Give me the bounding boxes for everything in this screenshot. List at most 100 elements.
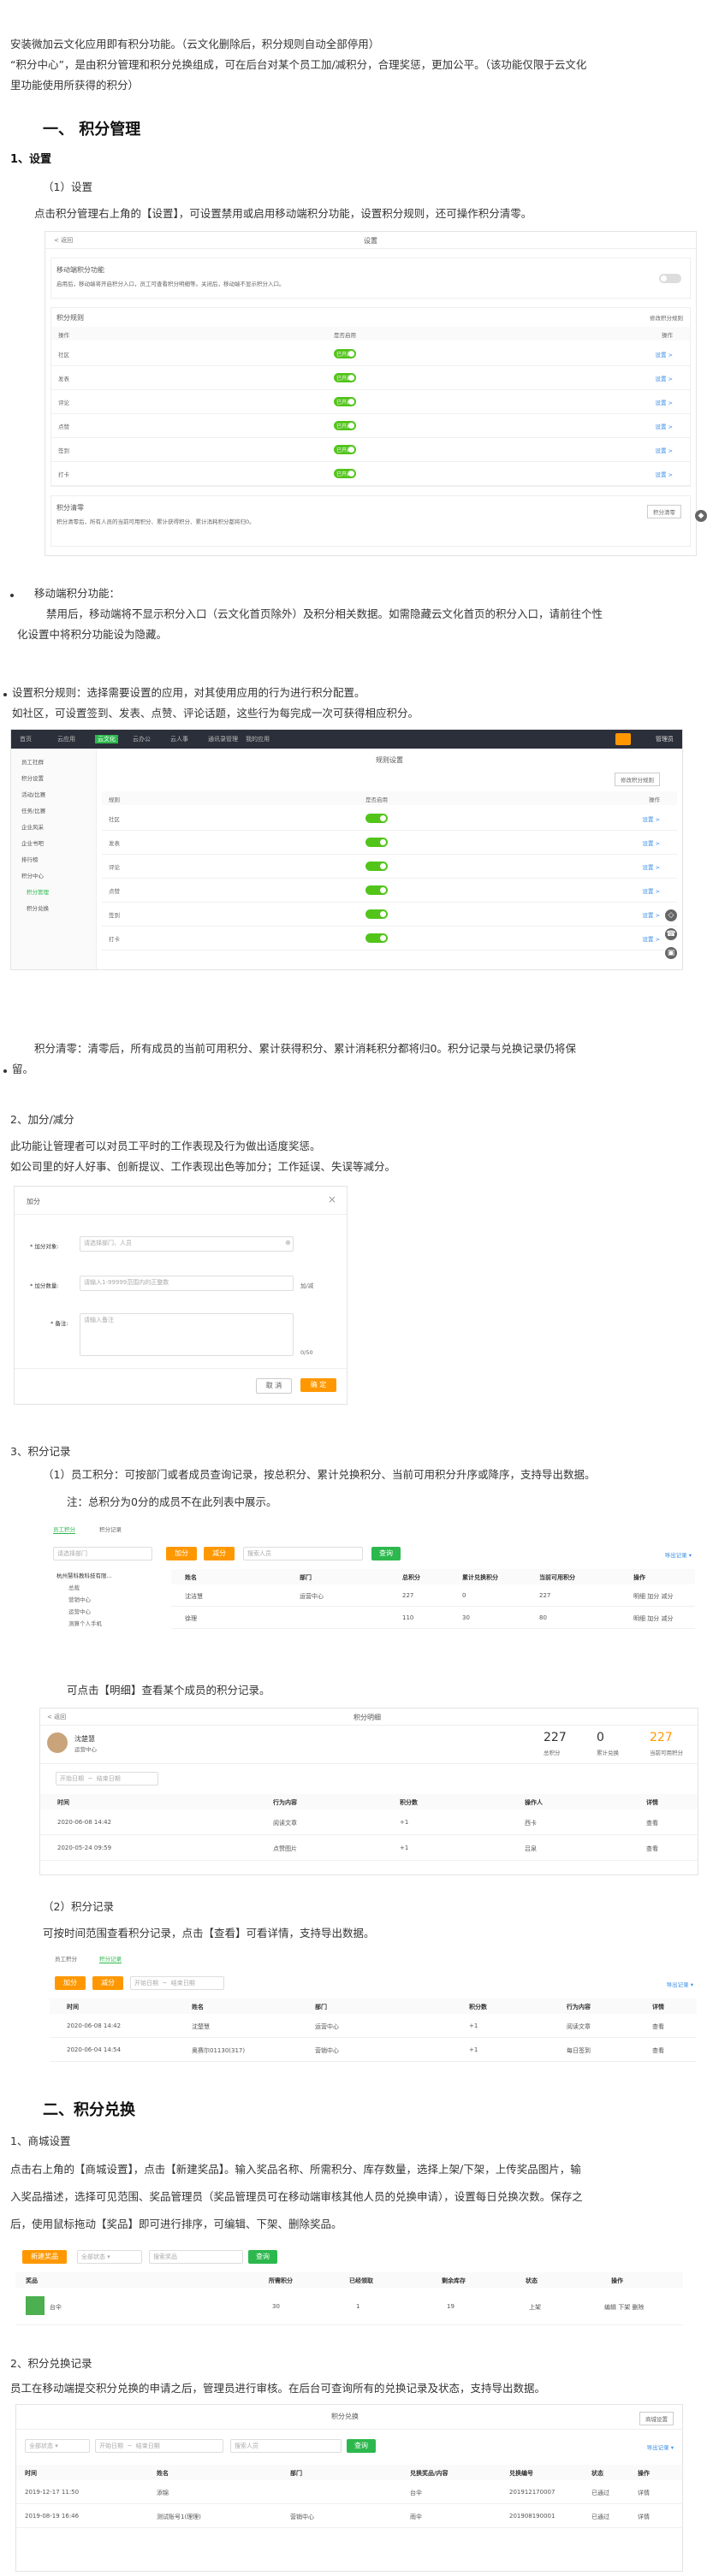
rule-op-link[interactable]: 设置 > xyxy=(655,422,673,430)
rule-op-link[interactable]: 设置 > xyxy=(655,398,673,406)
detail-cell-d[interactable]: 查看 xyxy=(646,1819,658,1827)
export-link[interactable]: 导出记录 ▾ xyxy=(647,2443,674,2451)
mobile-points-toggle[interactable] xyxy=(659,274,681,283)
search-button[interactable]: 查询 xyxy=(371,1547,401,1560)
detail-cell-d[interactable]: 查看 xyxy=(646,1845,658,1853)
tree-item[interactable]: 测算个人手机 xyxy=(68,1619,102,1627)
rule-toggle[interactable]: 已开启 xyxy=(334,445,356,454)
nav-item[interactable]: 通讯录管理 xyxy=(208,735,238,743)
sidebar-item[interactable]: 企业书吧 xyxy=(21,838,44,847)
sidebar-item[interactable]: 企业风采 xyxy=(21,822,44,831)
sidebar-item[interactable]: 积分设置 xyxy=(21,773,44,782)
search-button[interactable]: 查询 xyxy=(248,2250,277,2264)
prize-search-input[interactable]: 搜索奖品 xyxy=(149,2250,243,2264)
rule-op-link[interactable]: 设置 > xyxy=(642,934,660,943)
search-button[interactable]: 查询 xyxy=(347,2439,376,2453)
float-help-icon[interactable]: ◆ xyxy=(695,510,707,522)
float-icon-3[interactable]: ▣ xyxy=(665,947,677,959)
sidebar-item[interactable]: 积分兑换 xyxy=(27,903,49,912)
tree-item[interactable]: 运营中心 xyxy=(68,1607,91,1615)
member-cell-ops[interactable]: 明细 加分 减分 xyxy=(633,1592,673,1601)
sidebar-item[interactable]: 活动/比赛 xyxy=(21,790,45,798)
date-range[interactable]: 开始日期 ~ 结束日期 xyxy=(56,1772,158,1785)
tab-member-points[interactable]: 员工积分 xyxy=(55,1954,77,1963)
date-range[interactable]: 开始日期 ~ 结束日期 xyxy=(130,1976,224,1990)
back-link[interactable]: < 返回 xyxy=(54,236,73,245)
rules-main-link[interactable]: 修改积分规则 xyxy=(615,773,660,786)
nav-item[interactable]: 云应用 xyxy=(57,735,75,743)
minus-points-button[interactable]: 减分 xyxy=(204,1547,235,1560)
rule-op-link[interactable]: 设置 > xyxy=(642,838,660,847)
user-name[interactable]: 管理员 xyxy=(656,735,674,743)
user-avatar[interactable] xyxy=(615,733,631,745)
confirm-button[interactable]: 确 定 xyxy=(300,1378,336,1392)
nav-item[interactable]: 首页 xyxy=(20,735,32,743)
status-select[interactable]: 全部状态 ▾ xyxy=(77,2250,142,2264)
member-cell-ops[interactable]: 明细 加分 减分 xyxy=(633,1614,673,1623)
clear-button[interactable]: 积分清零 xyxy=(647,505,681,518)
export-link[interactable]: 导出记录 ▾ xyxy=(665,1550,692,1559)
nav-item[interactable]: 云文化 xyxy=(95,735,118,743)
rule-toggle[interactable] xyxy=(365,933,388,943)
nav-item[interactable]: 我的应用 xyxy=(246,735,270,743)
date-range[interactable]: 开始日期 ~ 结束日期 xyxy=(95,2439,223,2453)
records-cell-x[interactable]: 查看 xyxy=(652,2046,664,2055)
status-select[interactable]: 全部状态 ▾ xyxy=(25,2439,90,2453)
tab-points-records[interactable]: 积分记录 xyxy=(99,1525,122,1533)
float-icon-1[interactable]: ◇ xyxy=(665,909,677,921)
remark-textarea[interactable]: 请输入备注 xyxy=(80,1313,294,1356)
tab-points-records[interactable]: 积分记录 xyxy=(99,1954,122,1963)
minus-points-button[interactable]: 减分 xyxy=(92,1976,123,1990)
member-table-col: 姓名 xyxy=(185,1574,197,1581)
add-points-button[interactable]: 加分 xyxy=(166,1547,197,1560)
nav-item[interactable]: 云办公 xyxy=(133,735,151,743)
dept-select[interactable]: 请选择部门 xyxy=(53,1547,152,1560)
member-search-input[interactable]: 搜索人员 xyxy=(230,2439,342,2453)
rule-toggle[interactable]: 已开启 xyxy=(334,421,356,430)
float-icon-2[interactable]: ☎ xyxy=(665,928,677,940)
rule-op-link[interactable]: 设置 > xyxy=(642,886,660,895)
rule-toggle[interactable]: 已开启 xyxy=(334,349,356,358)
rule-op-link[interactable]: 设置 > xyxy=(655,470,673,478)
rule-op-link[interactable]: 设置 > xyxy=(655,374,673,382)
rule-op-link[interactable]: 设置 > xyxy=(655,350,673,358)
rule-toggle[interactable] xyxy=(365,909,388,919)
sidebar-item[interactable]: 积分中心 xyxy=(21,871,44,879)
rule-toggle[interactable] xyxy=(365,814,388,823)
close-icon[interactable]: × xyxy=(328,1193,336,1205)
export-link[interactable]: 导出记录 ▾ xyxy=(667,1980,693,1988)
cancel-button[interactable]: 取 消 xyxy=(256,1378,292,1394)
target-input[interactable]: 请选择部门、人员 xyxy=(80,1236,294,1252)
rule-toggle[interactable] xyxy=(365,838,388,847)
rule-op-link[interactable]: 设置 > xyxy=(642,862,660,871)
tree-item[interactable]: 营销中心 xyxy=(68,1595,91,1603)
records-cell-x[interactable]: 查看 xyxy=(652,2022,664,2031)
sidebar-item[interactable]: 排行榜 xyxy=(21,855,39,863)
shop-settings-button[interactable]: 商城设置 xyxy=(639,2412,674,2425)
new-prize-button[interactable]: 新建奖品 xyxy=(22,2250,67,2264)
add-icon[interactable]: ⊕ xyxy=(285,1239,291,1247)
tab-member-points[interactable]: 员工积分 xyxy=(53,1525,75,1534)
rule-op-link[interactable]: 设置 > xyxy=(642,814,660,823)
sidebar-item[interactable]: 任务/比赛 xyxy=(21,806,45,814)
exchange-cell-o[interactable]: 详情 xyxy=(638,2513,650,2521)
rule-toggle[interactable] xyxy=(365,885,388,895)
rule-op-link[interactable]: 设置 > xyxy=(642,910,660,919)
rule-toggle[interactable]: 已开启 xyxy=(334,469,356,478)
sidebar-item[interactable]: 积分管理 xyxy=(27,887,49,896)
nav-item[interactable]: 云人事 xyxy=(170,735,188,743)
exchange-cell-o[interactable]: 详情 xyxy=(638,2489,650,2497)
rules-link[interactable]: 修改积分规则 xyxy=(650,313,683,322)
search-input[interactable]: 搜索人员 xyxy=(243,1547,363,1560)
rule-op-link[interactable]: 设置 > xyxy=(655,446,673,454)
tree-item[interactable]: 杭州慧科教科技有限... xyxy=(56,1571,112,1579)
add-points-button[interactable]: 加分 xyxy=(55,1976,86,1990)
rule-toggle[interactable]: 已开启 xyxy=(334,397,356,406)
sidebar-item[interactable]: 员工社群 xyxy=(21,757,44,766)
prize-ops[interactable]: 编辑 下架 删除 xyxy=(604,2303,644,2312)
rule-toggle[interactable] xyxy=(365,862,388,871)
amount-input[interactable]: 请输入1-99999范围内的正整数 xyxy=(80,1276,294,1291)
rule-toggle[interactable]: 已开启 xyxy=(334,373,356,382)
tree-item[interactable]: 总裁 xyxy=(68,1583,80,1591)
back-link[interactable]: < 返回 xyxy=(47,1713,66,1721)
